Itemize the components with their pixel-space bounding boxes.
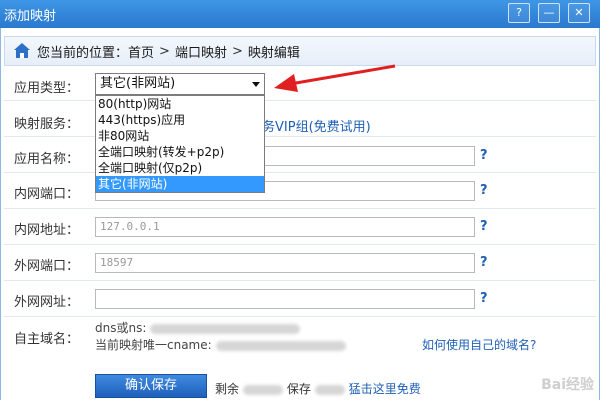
lan-port-help[interactable]: ?: [480, 183, 488, 198]
app-type-select[interactable]: 其它(非网站): [95, 73, 265, 95]
cname-text: 当前映射唯一cname:: [95, 336, 346, 353]
dns-ns-prefix: dns或ns:: [95, 321, 147, 335]
upgrade-link[interactable]: 猛击这里免费: [349, 382, 421, 396]
lan-port-label: 内网端口：: [14, 187, 80, 202]
home-icon: [13, 43, 31, 59]
cname-prefix: 当前映射唯一cname:: [95, 338, 212, 352]
app-type-dropdown: 80(http)网站 443(https)应用 非80网站 全端口映射(转发+p…: [95, 95, 265, 193]
custom-domain-label: 自主域名：: [14, 332, 80, 347]
window-controls: ? — ✕: [508, 3, 590, 23]
row-divider: [4, 208, 596, 209]
red-arrow-annotation: [274, 64, 396, 92]
wan-port-label: 外网端口：: [14, 259, 80, 274]
wan-address-label: 外网网址：: [14, 295, 80, 310]
blurred-value: [243, 384, 284, 395]
app-name-help[interactable]: ?: [480, 148, 488, 163]
app-name-label: 应用名称：: [14, 152, 80, 167]
minimize-button[interactable]: —: [538, 3, 560, 23]
option-80-http[interactable]: 80(http)网站: [96, 96, 264, 112]
option-full-port-p2p[interactable]: 全端口映射(仅p2p): [96, 160, 264, 176]
save-text: 保存: [286, 382, 311, 396]
lan-address-input[interactable]: 127.0.0.1: [95, 217, 475, 237]
row-divider: [4, 100, 596, 101]
option-non-80[interactable]: 非80网站: [96, 128, 264, 144]
breadcrumb-port-mapping[interactable]: 端口映射: [175, 42, 227, 61]
row-divider: [4, 244, 596, 245]
breadcrumb-separator: >: [231, 43, 243, 59]
option-443-https[interactable]: 443(https)应用: [96, 112, 264, 128]
wan-port-input[interactable]: 18597: [95, 253, 475, 273]
chevron-down-icon: [252, 82, 260, 87]
help-window-button[interactable]: ?: [508, 3, 530, 23]
mapping-service-label: 映射服务：: [14, 117, 80, 132]
remaining-text: 剩余: [215, 382, 240, 396]
wan-address-help[interactable]: ?: [480, 291, 488, 306]
quota-text: 剩余 保存 猛击这里免费: [215, 380, 421, 397]
dns-ns-text: dns或ns:: [95, 319, 301, 336]
blurred-value: [314, 384, 345, 395]
row-divider: [4, 280, 596, 281]
watermark: Bai经验: [541, 377, 594, 393]
option-full-port-relay[interactable]: 全端口映射(转发+p2p): [96, 144, 264, 160]
row-divider: [4, 136, 596, 137]
blurred-value: [150, 323, 301, 334]
save-button[interactable]: 确认保存: [95, 374, 207, 398]
lan-address-label: 内网地址：: [14, 223, 80, 238]
blurred-value: [215, 340, 346, 351]
option-other[interactable]: 其它(非网站): [96, 176, 264, 192]
close-button[interactable]: ✕: [568, 3, 590, 23]
wan-address-input[interactable]: [95, 289, 475, 309]
app-type-selected: 其它(非网站): [100, 76, 176, 91]
app-type-label: 应用类型：: [14, 81, 80, 96]
window-title: 添加映射: [4, 9, 57, 24]
window-titlebar: 添加映射 ? — ✕: [0, 0, 600, 28]
breadcrumb-home[interactable]: 首页: [128, 42, 154, 61]
breadcrumb-separator: >: [159, 43, 170, 59]
lan-address-help[interactable]: ?: [480, 219, 488, 234]
wan-port-help[interactable]: ?: [480, 255, 488, 270]
breadcrumb-prefix: 您当前的位置：: [37, 45, 129, 61]
row-divider: [4, 172, 596, 173]
vip-trial-link[interactable]: 务VIP组(免费试用): [262, 116, 371, 135]
row-divider: [4, 316, 596, 317]
custom-domain-help-link[interactable]: 如何使用自己的域名?: [422, 336, 536, 353]
breadcrumb-mapping-edit: 映射编辑: [247, 45, 300, 61]
